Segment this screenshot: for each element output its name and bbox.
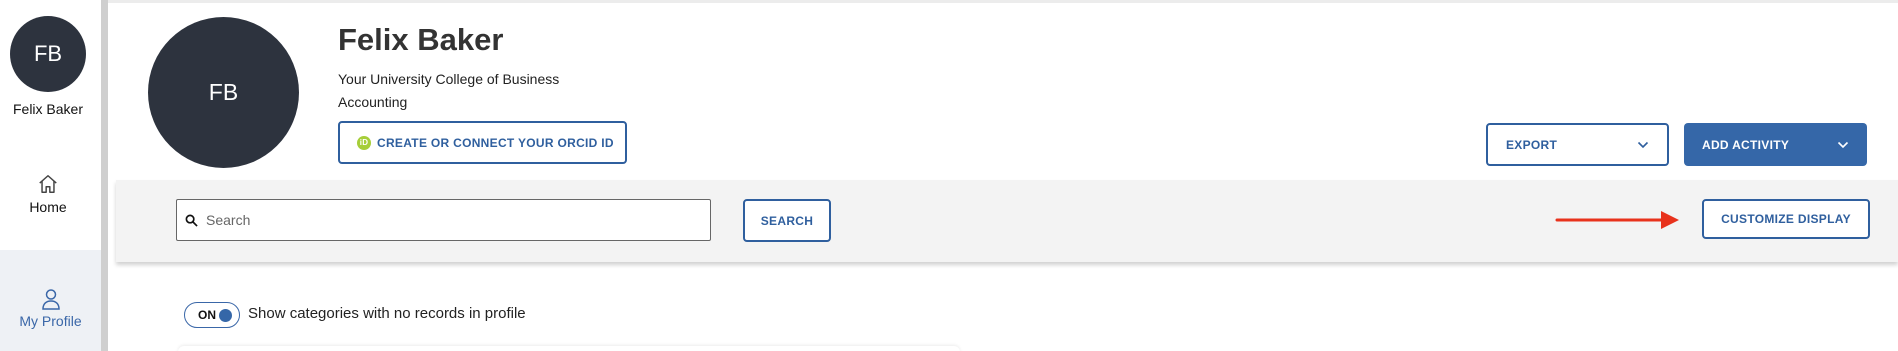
export-label: EXPORT (1506, 137, 1558, 152)
top-divider (108, 0, 1898, 3)
toggle-description: Show categories with no records in profi… (248, 305, 526, 322)
profile-avatar: FB (148, 17, 299, 168)
sidebar-item-home[interactable]: Home (0, 168, 96, 228)
profile-affiliation: Your University College of Business Acco… (338, 68, 598, 114)
sidebar-item-home-label: Home (29, 199, 67, 215)
sidebar-divider[interactable] (101, 0, 108, 351)
orcid-connect-label: CREATE OR CONNECT YOUR ORCID ID (377, 135, 614, 150)
customize-display-button[interactable]: CUSTOMIZE DISPLAY (1702, 199, 1870, 239)
orcid-connect-button[interactable]: iD CREATE OR CONNECT YOUR ORCID ID (338, 121, 627, 164)
search-field[interactable] (176, 199, 711, 241)
search-input[interactable] (206, 212, 686, 228)
add-activity-button[interactable]: ADD ACTIVITY (1684, 123, 1867, 166)
sidebar-item-my-profile-label: My Profile (19, 313, 82, 329)
content-card (178, 346, 960, 351)
toggle-state-label: ON (198, 308, 216, 322)
add-activity-label: ADD ACTIVITY (1702, 137, 1790, 152)
search-button[interactable]: SEARCH (743, 199, 831, 242)
annotation-arrow-icon (1555, 211, 1679, 229)
profile-department: Accounting (338, 94, 408, 110)
left-sidebar: FB Felix Baker Home My Profile (0, 0, 101, 351)
export-dropdown-button[interactable]: EXPORT (1486, 123, 1669, 166)
sidebar-user-name: Felix Baker (12, 101, 84, 117)
orcid-icon: iD (357, 135, 371, 150)
profile-college: Your University College of Business (338, 71, 560, 87)
sidebar-avatar[interactable]: FB (10, 16, 86, 92)
profile-name: Felix Baker (338, 22, 504, 57)
chevron-down-icon (1637, 141, 1649, 148)
show-empty-categories-toggle[interactable]: ON (184, 302, 240, 328)
search-icon (185, 214, 198, 227)
user-icon (41, 289, 60, 310)
toggle-knob (219, 309, 232, 322)
sidebar-item-my-profile[interactable]: My Profile (0, 250, 101, 351)
home-icon (39, 175, 57, 193)
chevron-down-icon (1837, 141, 1849, 148)
